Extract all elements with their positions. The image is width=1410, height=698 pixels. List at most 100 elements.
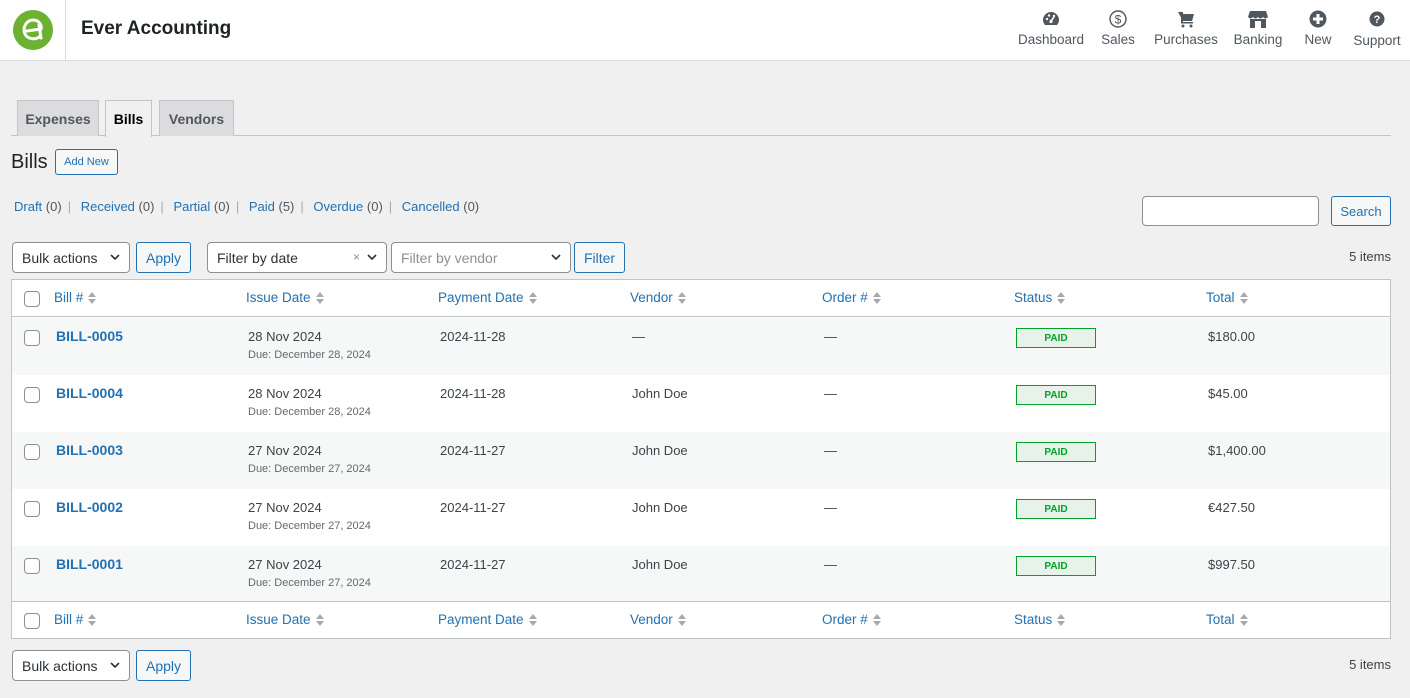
status-filter-partial[interactable]: Partial (0) [173,199,229,214]
nav-support[interactable]: ? Support [1348,0,1406,60]
column-bill-number[interactable]: Bill # [54,612,97,627]
apply-button-bottom[interactable]: Apply [136,650,191,681]
bill-link[interactable]: BILL-0005 [56,328,123,344]
column-issue-date[interactable]: Issue Date [246,290,324,305]
top-header: Ever Accounting Dashboard $ Sales Purcha… [0,0,1410,61]
tabs-bar: Expenses Bills Vendors [11,100,1391,137]
table-row: BILL-0001 27 Nov 2024 Due: December 27, … [12,546,1390,603]
add-new-button[interactable]: Add New [55,149,118,175]
sort-icon [88,291,97,304]
payment-date: 2024-11-27 [440,557,506,572]
column-payment-date[interactable]: Payment Date [438,612,537,627]
column-vendor[interactable]: Vendor [630,612,686,627]
store-icon [1248,9,1268,29]
bill-link[interactable]: BILL-0001 [56,556,123,572]
payment-date: 2024-11-27 [440,443,506,458]
status-filter-paid[interactable]: Paid (5) [249,199,295,214]
table-row: BILL-0003 27 Nov 2024 Due: December 27, … [12,432,1390,489]
row-checkbox[interactable] [24,387,40,403]
select-all-checkbox[interactable] [24,291,40,307]
status-filters: Draft (0) | Received (0) | Partial (0) | Pa… [14,199,480,214]
total: €427.50 [1208,500,1255,515]
status-badge: PAID [1016,442,1096,462]
due-date: Due: December 27, 2024 [248,520,371,532]
select-all-checkbox-bottom[interactable] [24,613,40,629]
vendor-link[interactable]: John Doe [632,500,688,515]
column-status[interactable]: Status [1014,612,1066,627]
row-checkbox[interactable] [24,558,40,574]
column-vendor[interactable]: Vendor [630,290,686,305]
status-filter-overdue[interactable]: Overdue (0) [313,199,382,214]
tab-bills[interactable]: Bills [105,100,152,137]
status-filter-cancelled[interactable]: Cancelled (0) [402,199,479,214]
page-title: Bills [11,151,48,173]
bill-link[interactable]: BILL-0004 [56,385,123,401]
column-bill-number[interactable]: Bill # [54,290,97,305]
nav-sales[interactable]: $ Sales [1090,0,1146,60]
vendor-link[interactable]: John Doe [632,557,688,572]
chevron-down-icon [110,662,120,669]
bill-link[interactable]: BILL-0003 [56,442,123,458]
bulk-actions-select-bottom[interactable]: Bulk actions [12,650,130,681]
column-status[interactable]: Status [1014,290,1066,305]
order-number: — [824,500,837,515]
column-order-number[interactable]: Order # [822,290,881,305]
sort-icon [677,291,686,304]
payment-date: 2024-11-28 [440,386,506,401]
clear-icon[interactable]: × [353,250,360,264]
tab-vendors[interactable]: Vendors [159,100,234,136]
order-number: — [824,443,837,458]
row-checkbox[interactable] [24,501,40,517]
app-title: Ever Accounting [81,18,232,39]
due-date: Due: December 27, 2024 [248,463,371,475]
column-total[interactable]: Total [1206,290,1248,305]
tab-expenses[interactable]: Expenses [17,100,99,136]
logo[interactable] [0,0,66,60]
due-date: Due: December 27, 2024 [248,577,371,589]
top-nav: Dashboard $ Sales Purchases Banking New [1014,0,1410,60]
sort-icon [872,291,881,304]
help-circle-icon: ? [1367,9,1387,29]
chevron-down-icon [367,254,377,261]
order-number: — [824,557,837,572]
status-filter-draft[interactable]: Draft (0) [14,199,62,214]
bulk-actions-select-top[interactable]: Bulk actions [12,242,130,273]
payment-date: 2024-11-27 [440,500,506,515]
sort-icon [1057,291,1066,304]
nav-banking[interactable]: Banking [1224,0,1292,60]
vendor-filter-select[interactable]: Filter by vendor [391,242,571,273]
sort-icon [1239,291,1248,304]
order-number: — [824,329,837,344]
date-filter-select[interactable]: Filter by date × [207,242,387,273]
due-date: Due: December 28, 2024 [248,349,371,361]
column-order-number[interactable]: Order # [822,612,881,627]
ever-accounting-logo-icon [12,10,53,50]
column-payment-date[interactable]: Payment Date [438,290,537,305]
table-footer: Bill # Issue Date Payment Date Vendor Or… [12,601,1390,638]
issue-date: 27 Nov 2024 [248,500,322,515]
vendor-link[interactable]: John Doe [632,386,688,401]
column-issue-date[interactable]: Issue Date [246,612,324,627]
row-checkbox[interactable] [24,444,40,460]
nav-dashboard[interactable]: Dashboard [1014,0,1088,60]
status-filter-received[interactable]: Received (0) [81,199,155,214]
due-date: Due: December 28, 2024 [248,406,371,418]
filter-button[interactable]: Filter [574,242,625,273]
svg-text:?: ? [1374,14,1381,26]
bill-link[interactable]: BILL-0002 [56,499,123,515]
vendor-link[interactable]: John Doe [632,443,688,458]
nav-new[interactable]: New [1296,0,1340,60]
issue-date: 27 Nov 2024 [248,557,322,572]
search-button[interactable]: Search [1331,196,1391,226]
apply-button-top[interactable]: Apply [136,242,191,273]
order-number: — [824,386,837,401]
plus-circle-icon [1308,9,1328,29]
row-checkbox[interactable] [24,330,40,346]
nav-purchases[interactable]: Purchases [1150,0,1222,60]
search-input[interactable] [1142,196,1319,226]
sort-icon [528,613,537,626]
column-total[interactable]: Total [1206,612,1248,627]
total: $45.00 [1208,386,1248,401]
total: $997.50 [1208,557,1255,572]
total: $180.00 [1208,329,1255,344]
